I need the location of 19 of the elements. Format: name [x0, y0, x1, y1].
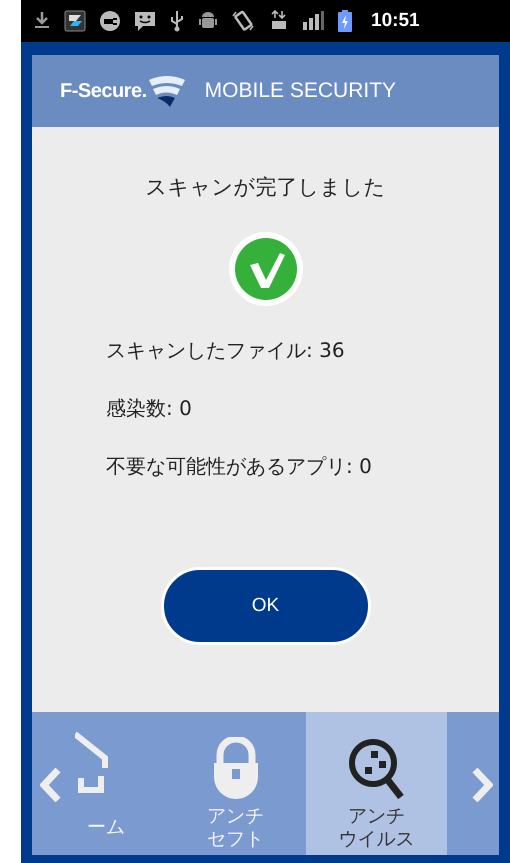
- signal-icon: [301, 10, 325, 32]
- magnifier-icon: [346, 737, 406, 801]
- ok-button[interactable]: OK: [160, 567, 370, 645]
- stat-text: 感染数: 0: [106, 395, 193, 421]
- stat-text: スキャンしたファイル: 36: [106, 337, 346, 363]
- chat-icon: [134, 10, 156, 32]
- plug-icon: [99, 10, 121, 32]
- usb-icon: [169, 10, 185, 32]
- clock: 10:51: [371, 10, 420, 32]
- product-name: MOBILE SECURITY: [204, 79, 396, 103]
- shield-logo-icon: [146, 74, 187, 108]
- result-title: スキャンが完了しました: [146, 174, 386, 201]
- app-icon: [64, 10, 86, 32]
- brand-name: F-Secure.: [60, 80, 147, 102]
- stat-text: 不要な可能性があるアプリ: 0: [106, 453, 373, 479]
- battery-icon: [338, 10, 352, 32]
- check-icon: [228, 231, 304, 307]
- data-icon: [270, 10, 288, 32]
- nav-tab[interactable]: アンチ ウイルス: [306, 712, 447, 855]
